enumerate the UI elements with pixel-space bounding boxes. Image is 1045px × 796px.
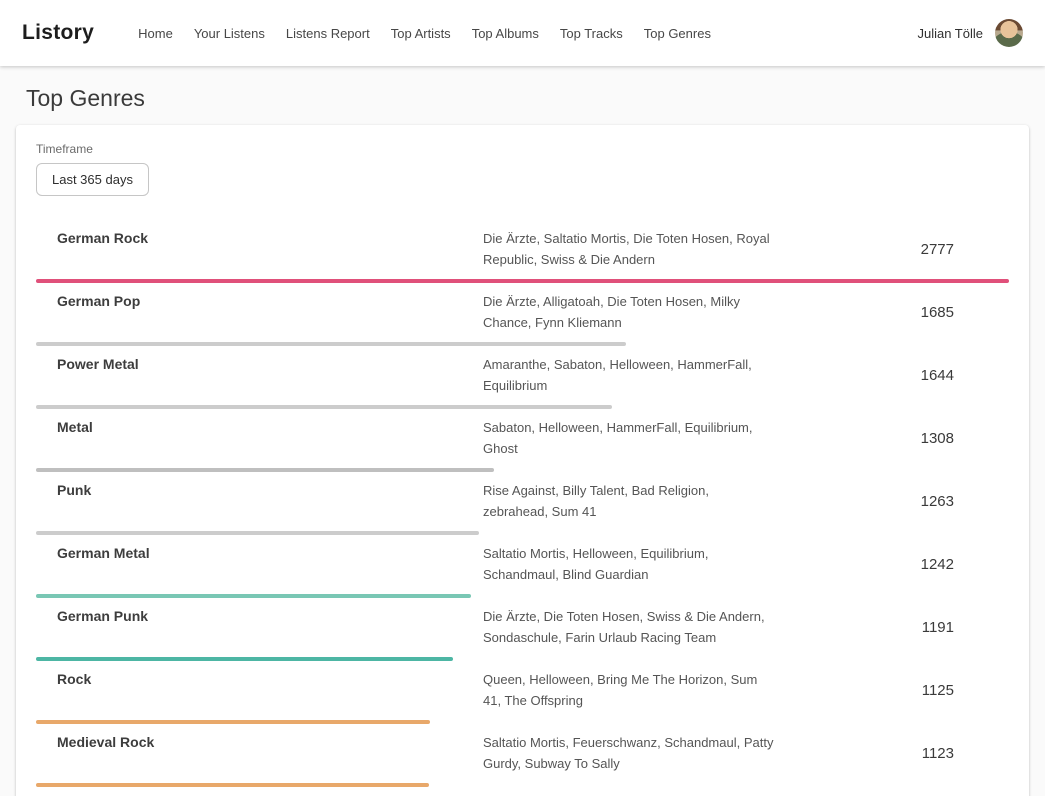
genre-listen-count: 1263	[801, 493, 1009, 510]
nav-link-your-listens[interactable]: Your Listens	[194, 26, 265, 41]
genre-row-grid: German PunkDie Ärzte, Die Toten Hosen, S…	[36, 606, 1009, 648]
genre-name: Power Metal	[36, 354, 483, 375]
genre-row-grid: German RockDie Ärzte, Saltatio Mortis, D…	[36, 228, 1009, 270]
genre-listen-count: 2777	[801, 241, 1009, 258]
genre-row-grid: PunkRise Against, Billy Talent, Bad Reli…	[36, 480, 1009, 522]
genre-row-grid: German PopDie Ärzte, Alligatoah, Die Tot…	[36, 291, 1009, 333]
nav-links: Home Your Listens Listens Report Top Artist…	[138, 26, 732, 41]
genre-row: MetalSabaton, Helloween, HammerFall, Equ…	[36, 409, 1009, 472]
genre-listen-count: 1644	[801, 367, 1009, 384]
genre-listen-count: 1242	[801, 556, 1009, 573]
genre-listen-count: 1308	[801, 430, 1009, 447]
genre-row: German PopDie Ärzte, Alligatoah, Die Tot…	[36, 283, 1009, 346]
genre-row: German RockDie Ärzte, Saltatio Mortis, D…	[36, 220, 1009, 283]
genre-name: German Punk	[36, 606, 483, 627]
timeframe-label: Timeframe	[36, 142, 1009, 156]
genre-list: German RockDie Ärzte, Saltatio Mortis, D…	[36, 220, 1009, 796]
genre-name: Metal	[36, 417, 483, 438]
nav-link-top-albums[interactable]: Top Albums	[472, 26, 539, 41]
genre-name: Rock	[36, 669, 483, 690]
nav-link-home[interactable]: Home	[138, 26, 173, 41]
genre-top-artists: Rise Against, Billy Talent, Bad Religion…	[483, 480, 801, 522]
genre-listen-count: 1685	[801, 304, 1009, 321]
genre-top-artists: Saltatio Mortis, Helloween, Equilibrium,…	[483, 543, 801, 585]
genre-listen-count: 1191	[801, 619, 1009, 636]
nav-link-top-tracks[interactable]: Top Tracks	[560, 26, 623, 41]
app-logo[interactable]: Listory	[22, 21, 94, 45]
timeframe-select-button[interactable]: Last 365 days	[36, 163, 149, 196]
genre-top-artists: Die Ärzte, Saltatio Mortis, Die Toten Ho…	[483, 228, 801, 270]
genre-row: RockQueen, Helloween, Bring Me The Horiz…	[36, 661, 1009, 724]
genre-row: German MetalSaltatio Mortis, Helloween, …	[36, 535, 1009, 598]
genre-row-grid: German MetalSaltatio Mortis, Helloween, …	[36, 543, 1009, 585]
genre-top-artists: Saltatio Mortis, Feuerschwanz, Schandmau…	[483, 732, 801, 774]
nav-link-top-genres[interactable]: Top Genres	[644, 26, 711, 41]
nav-link-listens-report[interactable]: Listens Report	[286, 26, 370, 41]
genre-row: Melodic MetalUnleash The Archers, Hellow…	[36, 787, 1009, 796]
top-genres-card: Timeframe Last 365 days German RockDie Ä…	[16, 125, 1029, 796]
genre-row: German PunkDie Ärzte, Die Toten Hosen, S…	[36, 598, 1009, 661]
genre-top-artists: Sabaton, Helloween, HammerFall, Equilibr…	[483, 417, 801, 459]
genre-name: Punk	[36, 480, 483, 501]
genre-name: Medieval Rock	[36, 732, 483, 753]
genre-name: German Pop	[36, 291, 483, 312]
navbar-user-area: Julian Tölle	[917, 19, 1023, 47]
genre-top-artists: Die Ärzte, Die Toten Hosen, Swiss & Die …	[483, 606, 801, 648]
genre-listen-count: 1123	[801, 745, 1009, 762]
genre-top-artists: Die Ärzte, Alligatoah, Die Toten Hosen, …	[483, 291, 801, 333]
genre-top-artists: Queen, Helloween, Bring Me The Horizon, …	[483, 669, 801, 711]
user-avatar[interactable]	[995, 19, 1023, 47]
genre-top-artists: Amaranthe, Sabaton, Helloween, HammerFal…	[483, 354, 801, 396]
genre-row-grid: MetalSabaton, Helloween, HammerFall, Equ…	[36, 417, 1009, 459]
genre-listen-count: 1125	[801, 682, 1009, 699]
genre-row: Medieval RockSaltatio Mortis, Feuerschwa…	[36, 724, 1009, 787]
genre-row-grid: RockQueen, Helloween, Bring Me The Horiz…	[36, 669, 1009, 711]
main-content: Top Genres Timeframe Last 365 days Germa…	[0, 85, 1045, 796]
genre-row-grid: Medieval RockSaltatio Mortis, Feuerschwa…	[36, 732, 1009, 774]
genre-name: German Metal	[36, 543, 483, 564]
page-title: Top Genres	[0, 85, 1045, 112]
genre-name: German Rock	[36, 228, 483, 249]
nav-link-top-artists[interactable]: Top Artists	[391, 26, 451, 41]
genre-row-grid: Power MetalAmaranthe, Sabaton, Helloween…	[36, 354, 1009, 396]
genre-row: PunkRise Against, Billy Talent, Bad Reli…	[36, 472, 1009, 535]
navbar: Listory Home Your Listens Listens Report To…	[0, 0, 1045, 66]
genre-row: Power MetalAmaranthe, Sabaton, Helloween…	[36, 346, 1009, 409]
user-name: Julian Tölle	[917, 26, 983, 41]
